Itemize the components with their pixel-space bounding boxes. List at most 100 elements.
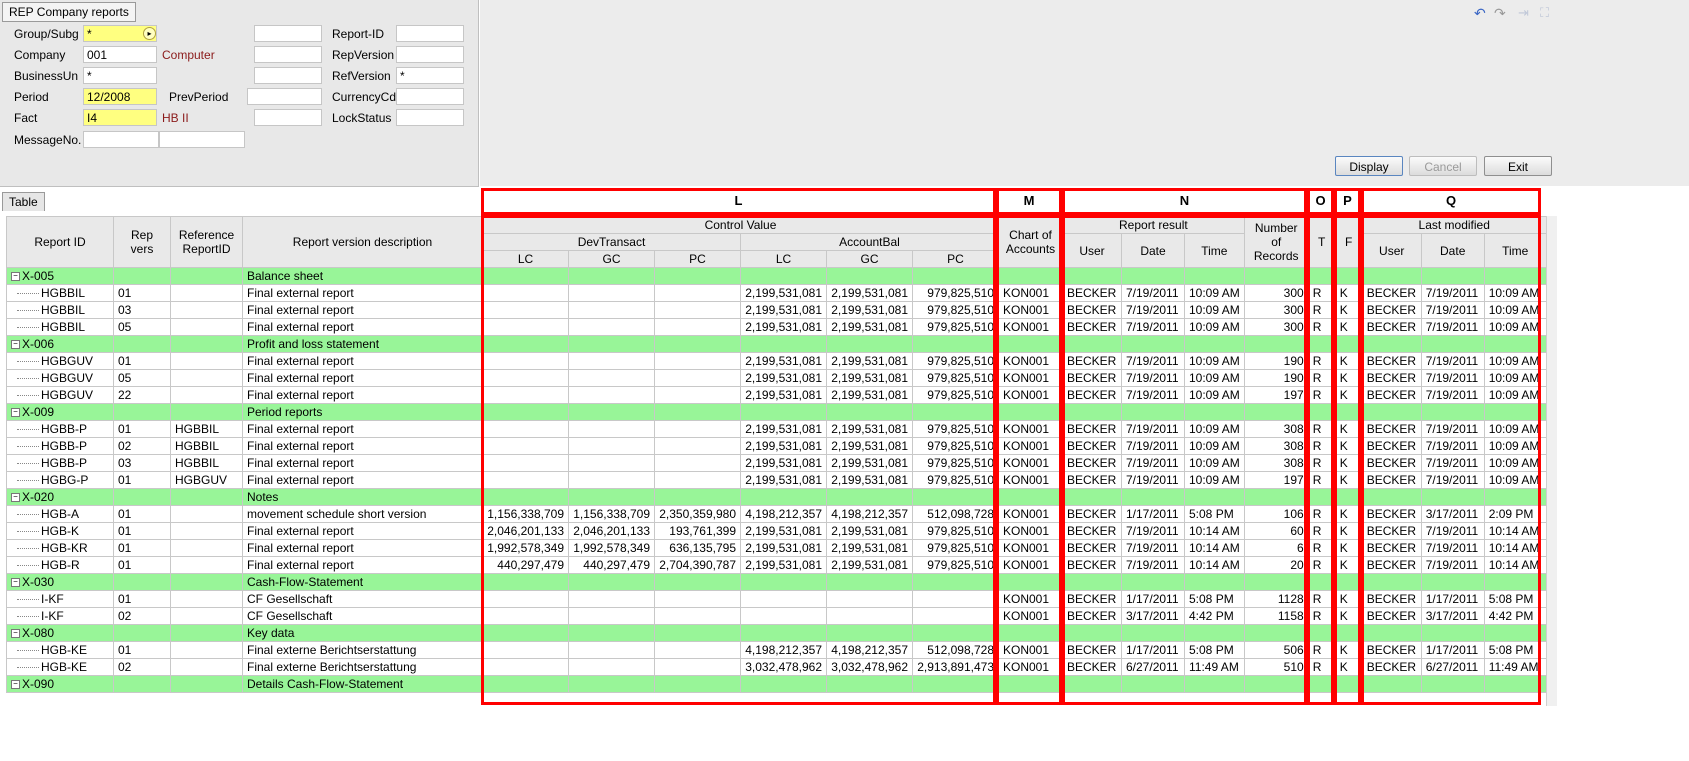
group-id-cell[interactable]: − X-090 <box>6 675 114 693</box>
description-cell: Final external report <box>242 437 483 455</box>
report-id-cell[interactable]: HGBGUV <box>6 386 114 404</box>
report-id-cell[interactable]: HGBG-P <box>6 471 114 489</box>
header-rep-vers[interactable]: Rep vers <box>113 216 171 268</box>
message-no-extra-field[interactable] <box>159 131 245 148</box>
annotation-box-o <box>1307 215 1334 705</box>
group-id-cell[interactable]: − X-005 <box>6 267 114 285</box>
rep-vers-cell: 03 <box>113 301 171 319</box>
header-report-id[interactable]: Report ID <box>6 216 114 268</box>
form-label: BusinessUn <box>14 69 79 83</box>
form-aux-field[interactable] <box>254 46 322 63</box>
tree-connector <box>17 439 39 447</box>
cancel-button[interactable]: Cancel <box>1409 156 1477 176</box>
group-description: Profit and loss statement <box>242 335 483 353</box>
report-id-cell[interactable]: HGBB-P <box>6 420 114 438</box>
collapse-icon[interactable]: − <box>11 340 20 350</box>
tree-connector <box>17 303 39 311</box>
reference-cell <box>170 505 243 523</box>
last-page-icon[interactable]: ⇥ <box>1518 5 1529 21</box>
group-description: Details Cash-Flow-Statement <box>242 675 483 693</box>
annotation-box-q <box>1361 215 1541 705</box>
form-field-description: Computer <box>162 48 215 62</box>
reference-cell <box>170 318 243 336</box>
value-help-icon[interactable]: ▸ <box>143 27 156 40</box>
collapse-icon[interactable]: − <box>11 629 20 639</box>
description-cell: Final externe Berichtserstattung <box>242 641 483 659</box>
form-right-field-1[interactable] <box>396 46 464 63</box>
form-field-4[interactable]: I4 <box>83 109 157 126</box>
rep-vers-cell: 01 <box>113 505 171 523</box>
tree-connector <box>17 558 39 566</box>
reference-cell <box>170 369 243 387</box>
group-description: Balance sheet <box>242 267 483 285</box>
rep-vers-cell: 01 <box>113 284 171 302</box>
expand-icon[interactable]: ⛶ <box>1540 5 1549 21</box>
form-aux-field[interactable] <box>254 109 322 126</box>
display-button[interactable]: Display <box>1335 156 1403 176</box>
group-id-cell[interactable]: − X-009 <box>6 403 114 421</box>
description-cell: Final external report <box>242 352 483 370</box>
report-id-cell[interactable]: I-KF <box>6 590 114 608</box>
prev-period-field[interactable] <box>247 88 322 105</box>
tree-connector <box>17 524 39 532</box>
group-id-cell[interactable]: − X-020 <box>6 488 114 506</box>
reference-cell <box>170 284 243 302</box>
form-right-label: Report-ID <box>332 27 385 41</box>
rep-vers-cell: 03 <box>113 454 171 472</box>
group-id-cell[interactable]: − X-006 <box>6 335 114 353</box>
tree-connector <box>17 286 39 294</box>
rep-vers-cell: 01 <box>113 556 171 574</box>
report-id-cell[interactable]: HGBB-P <box>6 437 114 455</box>
description-cell: Final external report <box>242 556 483 574</box>
collapse-icon[interactable]: − <box>11 408 20 418</box>
redo-icon[interactable]: ↷ <box>1494 5 1506 22</box>
form-aux-field[interactable] <box>254 67 322 84</box>
report-id-cell[interactable]: HGBGUV <box>6 352 114 370</box>
reference-cell <box>170 386 243 404</box>
report-id-cell[interactable]: HGBBIL <box>6 284 114 302</box>
report-id-cell[interactable]: HGB-A <box>6 505 114 523</box>
form-right-field-4[interactable] <box>396 109 464 126</box>
header-reference[interactable]: Reference ReportID <box>170 216 243 268</box>
rep-vers-cell: 01 <box>113 641 171 659</box>
form-aux-field[interactable] <box>254 25 322 42</box>
reference-cell <box>170 658 243 676</box>
exit-button[interactable]: Exit <box>1484 156 1552 176</box>
undo-icon[interactable]: ↶ <box>1474 5 1486 22</box>
rep-vers-cell: 22 <box>113 386 171 404</box>
collapse-icon[interactable]: − <box>11 272 20 282</box>
form-field-3[interactable]: 12/2008 <box>83 88 157 105</box>
form-right-field-0[interactable] <box>396 25 464 42</box>
form-field-2[interactable]: * <box>83 67 157 84</box>
collapse-icon[interactable]: − <box>11 680 20 690</box>
report-id-cell[interactable]: HGBBIL <box>6 318 114 336</box>
rep-vers-cell: 05 <box>113 369 171 387</box>
form-right-field-2[interactable]: * <box>396 67 464 84</box>
tab-table[interactable]: Table <box>2 192 45 211</box>
report-id-cell[interactable]: HGBBIL <box>6 301 114 319</box>
group-id-cell[interactable]: − X-030 <box>6 573 114 591</box>
report-id-cell[interactable]: HGBB-P <box>6 454 114 472</box>
group-id-cell[interactable]: − X-080 <box>6 624 114 642</box>
report-id-cell[interactable]: HGB-KR <box>6 539 114 557</box>
report-id-cell[interactable]: I-KF <box>6 607 114 625</box>
header-description[interactable]: Report version description <box>242 216 483 268</box>
collapse-icon[interactable]: − <box>11 578 20 588</box>
form-label: Fact <box>14 111 38 125</box>
report-id-cell[interactable]: HGBGUV <box>6 369 114 387</box>
report-id-cell[interactable]: HGB-K <box>6 522 114 540</box>
report-id-cell[interactable]: HGB-R <box>6 556 114 574</box>
form-right-field-3[interactable] <box>396 88 464 105</box>
group-description: Key data <box>242 624 483 642</box>
form-field-5[interactable] <box>83 131 159 148</box>
collapse-icon[interactable]: − <box>11 493 20 503</box>
description-cell: Final external report <box>242 454 483 472</box>
report-id-cell[interactable]: HGB-KE <box>6 658 114 676</box>
vertical-scrollbar[interactable] <box>1546 216 1557 706</box>
form-right-label: RepVersion <box>332 48 395 62</box>
report-id-cell[interactable]: HGB-KE <box>6 641 114 659</box>
reference-cell <box>170 352 243 370</box>
reference-cell: HGBGUV <box>170 471 243 489</box>
rep-vers-cell: 01 <box>113 522 171 540</box>
form-field-1[interactable]: 001 <box>83 46 157 63</box>
